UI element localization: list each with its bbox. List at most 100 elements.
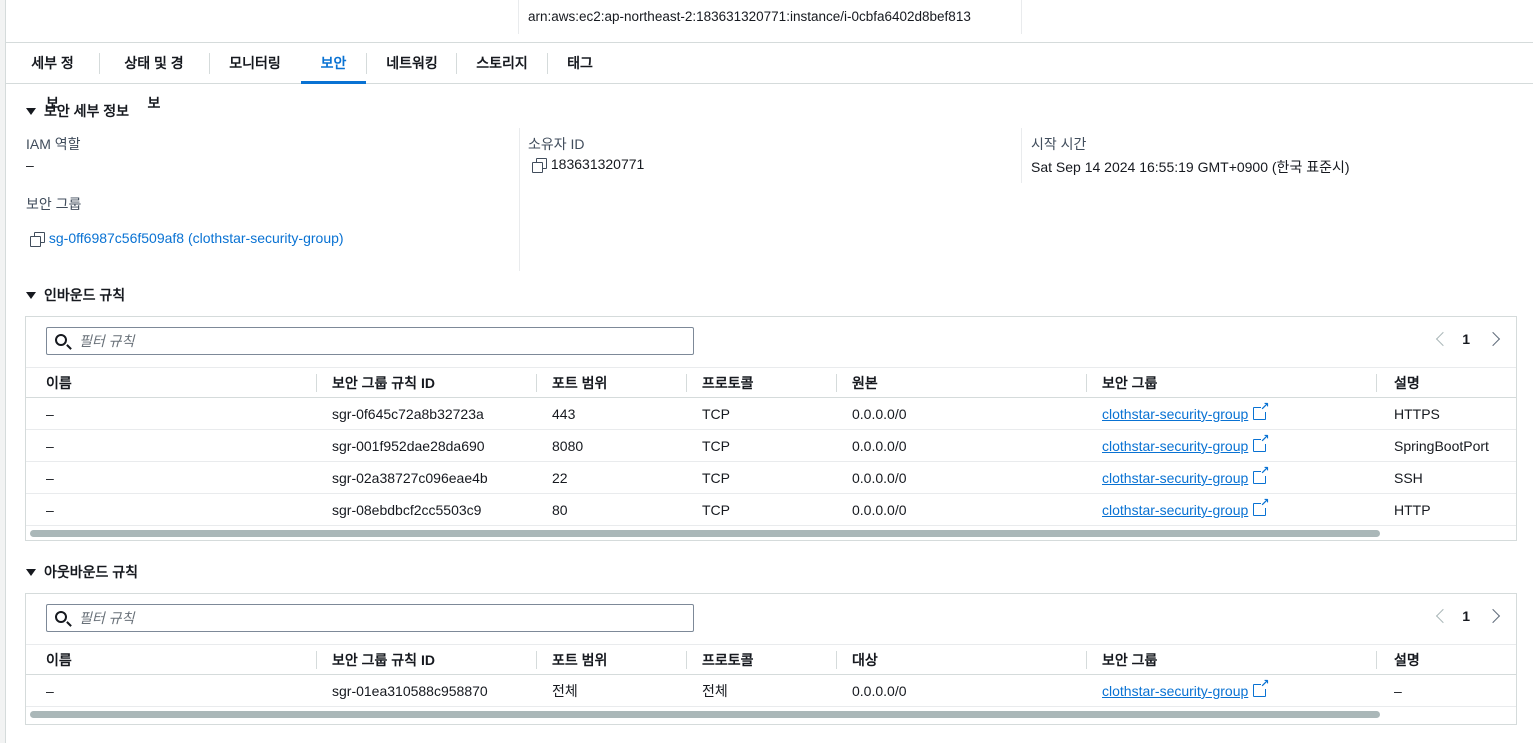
chevron-left-icon[interactable]	[1436, 331, 1451, 347]
column-header[interactable]: 대상	[852, 645, 878, 675]
tab-details[interactable]: 세부 정보	[26, 43, 79, 111]
cell-name: –	[46, 470, 54, 486]
owner-id-value: 183631320771	[532, 156, 644, 173]
column-header[interactable]: 프로토콜	[702, 645, 754, 675]
table-row: – sgr-001f952dae28da690 8080 TCP 0.0.0.0…	[26, 430, 1516, 462]
cell-security-group: clothstar-security-group	[1102, 398, 1269, 430]
external-link-icon[interactable]	[1253, 497, 1269, 516]
column-resizer[interactable]	[1376, 651, 1377, 669]
column-resizer[interactable]	[1376, 374, 1377, 392]
copy-icon[interactable]	[30, 231, 45, 247]
column-resizer[interactable]	[1086, 651, 1087, 669]
column-header[interactable]: 보안 그룹 규칙 ID	[332, 368, 435, 398]
cell-source: 0.0.0.0/0	[852, 438, 907, 454]
caret-down-icon	[26, 291, 36, 299]
cell-name: –	[46, 406, 54, 422]
column-header[interactable]: 포트 범위	[552, 645, 607, 675]
cell-rule-id: sgr-01ea310588c958870	[332, 683, 488, 699]
tab-separator	[366, 53, 367, 74]
column-resizer[interactable]	[316, 374, 317, 392]
inbound-rules-toggle[interactable]: 인바운드 규칙	[26, 285, 125, 305]
table-row: – sgr-01ea310588c958870 전체 전체 0.0.0.0/0 …	[26, 675, 1516, 707]
column-resizer[interactable]	[686, 374, 687, 392]
column-resizer[interactable]	[836, 374, 837, 392]
chevron-left-icon[interactable]	[1436, 608, 1451, 624]
cell-security-group: clothstar-security-group	[1102, 430, 1269, 462]
tab-status-alarms[interactable]: 상태 및 경보	[119, 43, 189, 111]
column-header[interactable]: 이름	[46, 645, 72, 675]
chevron-right-icon[interactable]	[1485, 608, 1501, 624]
column-header[interactable]: 보안 그룹	[1102, 368, 1157, 398]
cell-rule-id: sgr-0f645c72a8b32723a	[332, 406, 484, 422]
cell-description: HTTPS	[1394, 406, 1440, 422]
outbound-pagination: 1	[1436, 608, 1501, 624]
tab-monitoring[interactable]: 모니터링	[229, 43, 281, 83]
column-resizer[interactable]	[536, 374, 537, 392]
cell-security-group: clothstar-security-group	[1102, 462, 1269, 494]
column-header[interactable]: 원본	[852, 368, 878, 398]
tab-separator	[209, 53, 210, 74]
external-link-icon[interactable]	[1253, 678, 1269, 697]
security-group-link[interactable]: clothstar-security-group	[1102, 470, 1248, 486]
cell-description: –	[1394, 683, 1402, 699]
inbound-rules-heading: 인바운드 규칙	[44, 287, 126, 303]
column-divider	[518, 0, 519, 34]
column-resizer[interactable]	[686, 651, 687, 669]
column-header[interactable]: 보안 그룹	[1102, 645, 1157, 675]
column-header[interactable]: 설명	[1394, 368, 1420, 398]
cell-name: –	[46, 438, 54, 454]
horizontal-scrollbar[interactable]	[30, 711, 1380, 718]
security-group-label: 보안 그룹	[26, 196, 82, 212]
column-header[interactable]: 포트 범위	[552, 368, 607, 398]
inbound-filter[interactable]	[46, 327, 694, 355]
chevron-right-icon[interactable]	[1485, 331, 1501, 347]
owner-id-text: 183631320771	[550, 156, 645, 172]
cell-description: SpringBootPort	[1394, 438, 1489, 454]
column-resizer[interactable]	[536, 651, 537, 669]
column-header[interactable]: 이름	[46, 368, 72, 398]
security-group-link[interactable]: clothstar-security-group	[1102, 683, 1248, 699]
security-details-heading: 보안 세부 정보	[44, 103, 130, 119]
security-details-toggle[interactable]: 보안 세부 정보	[26, 101, 129, 121]
security-group-link[interactable]: sg-0ff6987c56f509af8 (clothstar-security…	[49, 230, 344, 246]
instance-detail-panel: arn:aws:ec2:ap-northeast-2:183631320771:…	[5, 0, 1533, 743]
column-header[interactable]: 프로토콜	[702, 368, 754, 398]
outbound-filter-input[interactable]	[79, 608, 679, 628]
tab-separator	[456, 53, 457, 74]
security-group-value: sg-0ff6987c56f509af8 (clothstar-security…	[30, 230, 344, 247]
table-header: 이름 보안 그룹 규칙 ID 포트 범위 프로토콜 대상 보안 그룹 설명	[26, 644, 1516, 675]
security-group-link[interactable]: clothstar-security-group	[1102, 502, 1248, 518]
cell-port: 8080	[552, 438, 584, 454]
tab-separator	[547, 53, 548, 74]
column-resizer[interactable]	[1086, 374, 1087, 392]
column-resizer[interactable]	[836, 651, 837, 669]
cell-protocol: TCP	[702, 470, 730, 486]
column-resizer[interactable]	[316, 651, 317, 669]
horizontal-scrollbar[interactable]	[30, 530, 1380, 537]
copy-icon[interactable]	[532, 157, 547, 173]
outbound-filter[interactable]	[46, 604, 694, 632]
tab-storage[interactable]: 스토리지	[476, 43, 528, 83]
inbound-filter-input[interactable]	[79, 331, 679, 351]
external-link-icon[interactable]	[1253, 465, 1269, 484]
cell-name: –	[46, 502, 54, 518]
arn-strip: arn:aws:ec2:ap-northeast-2:183631320771:…	[6, 0, 1533, 43]
external-link-icon[interactable]	[1253, 433, 1269, 452]
tab-tags[interactable]: 태그	[567, 43, 593, 83]
column-header[interactable]: 설명	[1394, 645, 1420, 675]
tab-security[interactable]: 보안	[301, 43, 366, 84]
tab-networking[interactable]: 네트워킹	[386, 43, 438, 83]
security-group-link[interactable]: clothstar-security-group	[1102, 438, 1248, 454]
cell-port: 전체	[552, 683, 578, 699]
search-icon	[55, 611, 67, 623]
security-group-link[interactable]: clothstar-security-group	[1102, 406, 1248, 422]
page-number[interactable]: 1	[1462, 608, 1470, 624]
outbound-rules-toggle[interactable]: 아웃바운드 규칙	[26, 562, 138, 582]
page-number[interactable]: 1	[1462, 331, 1470, 347]
cell-source: 0.0.0.0/0	[852, 406, 907, 422]
external-link-icon[interactable]	[1253, 401, 1269, 420]
column-header[interactable]: 보안 그룹 규칙 ID	[332, 645, 435, 675]
column-divider	[1021, 128, 1022, 183]
cell-protocol: 전체	[702, 683, 728, 699]
inbound-pagination: 1	[1436, 331, 1501, 347]
